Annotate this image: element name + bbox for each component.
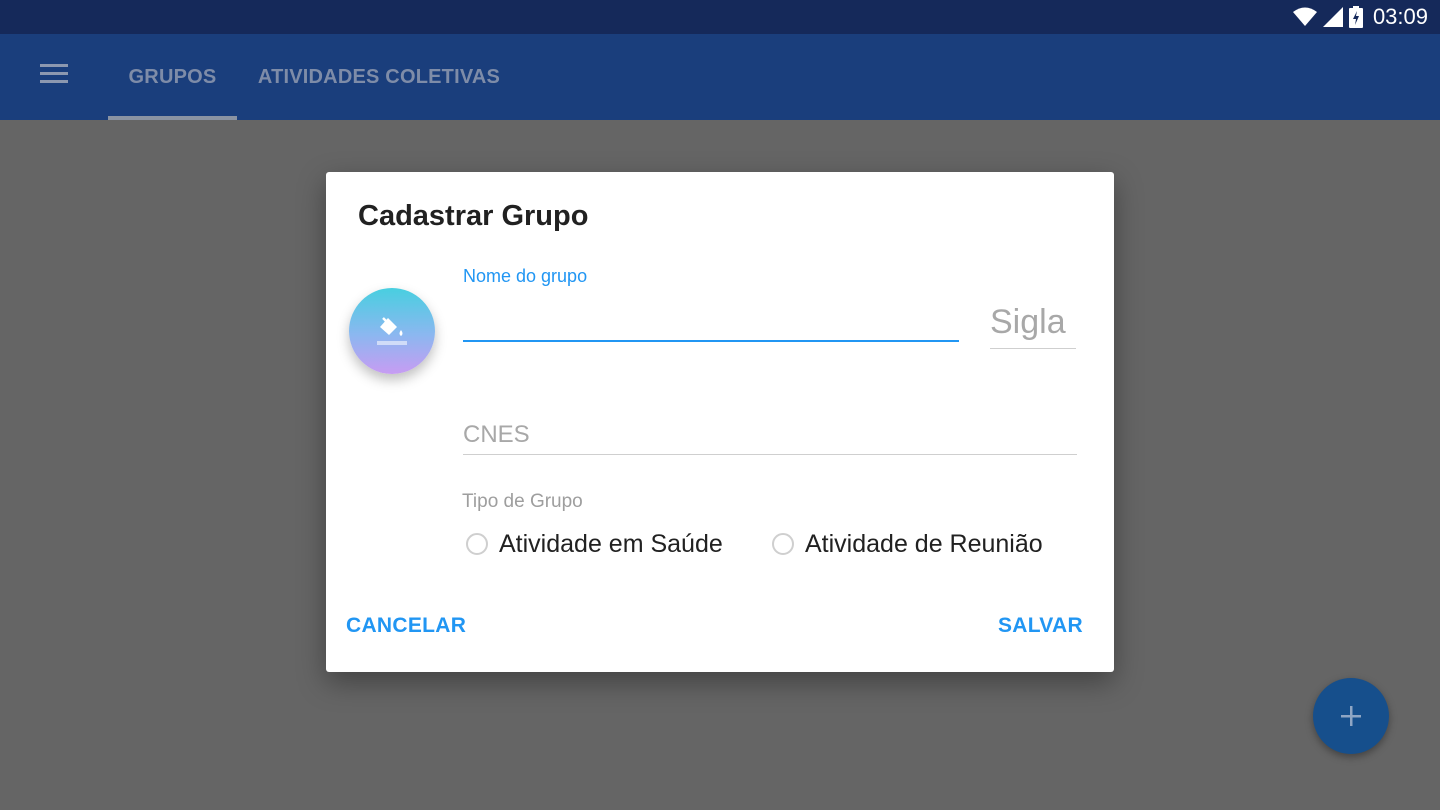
- tab-grupos[interactable]: GRUPOS: [108, 34, 237, 120]
- paint-bucket-icon: [377, 317, 407, 345]
- nome-do-grupo-input[interactable]: [463, 296, 959, 342]
- tab-atividades-coletivas-label: ATIVIDADES COLETIVAS: [257, 65, 501, 88]
- radio-atividade-em-saude-label: Atividade em Saúde: [499, 529, 723, 558]
- radio-atividade-de-reuniao[interactable]: Atividade de Reunião: [772, 527, 1043, 561]
- plus-icon: [1341, 706, 1361, 726]
- signal-icon: [1322, 7, 1343, 27]
- dialog-title: Cadastrar Grupo: [358, 200, 589, 232]
- tab-grupos-label: GRUPOS: [128, 65, 217, 88]
- cnes-input[interactable]: [463, 416, 1077, 455]
- status-time: 03:09: [1372, 4, 1428, 29]
- battery-charging-icon: [1348, 6, 1363, 28]
- radio-circle[interactable]: [772, 533, 794, 555]
- app-bar: GRUPOS ATIVIDADES COLETIVAS: [0, 34, 1440, 120]
- cancel-button[interactable]: CANCELAR: [346, 614, 466, 638]
- status-icons: 03:09: [1292, 0, 1428, 34]
- nome-do-grupo-label: Nome do grupo: [463, 266, 588, 286]
- wifi-icon: [1292, 7, 1317, 26]
- status-bar: 03:09: [0, 0, 1440, 34]
- radio-circle[interactable]: [466, 533, 488, 555]
- tab-atividades-coletivas[interactable]: ATIVIDADES COLETIVAS: [237, 34, 521, 120]
- add-fab-button[interactable]: [1313, 678, 1389, 754]
- radio-atividade-de-reuniao-label: Atividade de Reunião: [805, 529, 1043, 558]
- menu-icon[interactable]: [40, 64, 70, 88]
- tipo-de-grupo-label: Tipo de Grupo: [462, 491, 583, 512]
- cadastrar-grupo-dialog: Cadastrar Grupo Nome do grupo Tipo de Gr…: [326, 172, 1114, 672]
- sigla-input[interactable]: [990, 296, 1076, 349]
- save-button[interactable]: SALVAR: [998, 614, 1083, 638]
- radio-atividade-em-saude[interactable]: Atividade em Saúde: [466, 527, 723, 561]
- color-picker-button[interactable]: [349, 288, 435, 374]
